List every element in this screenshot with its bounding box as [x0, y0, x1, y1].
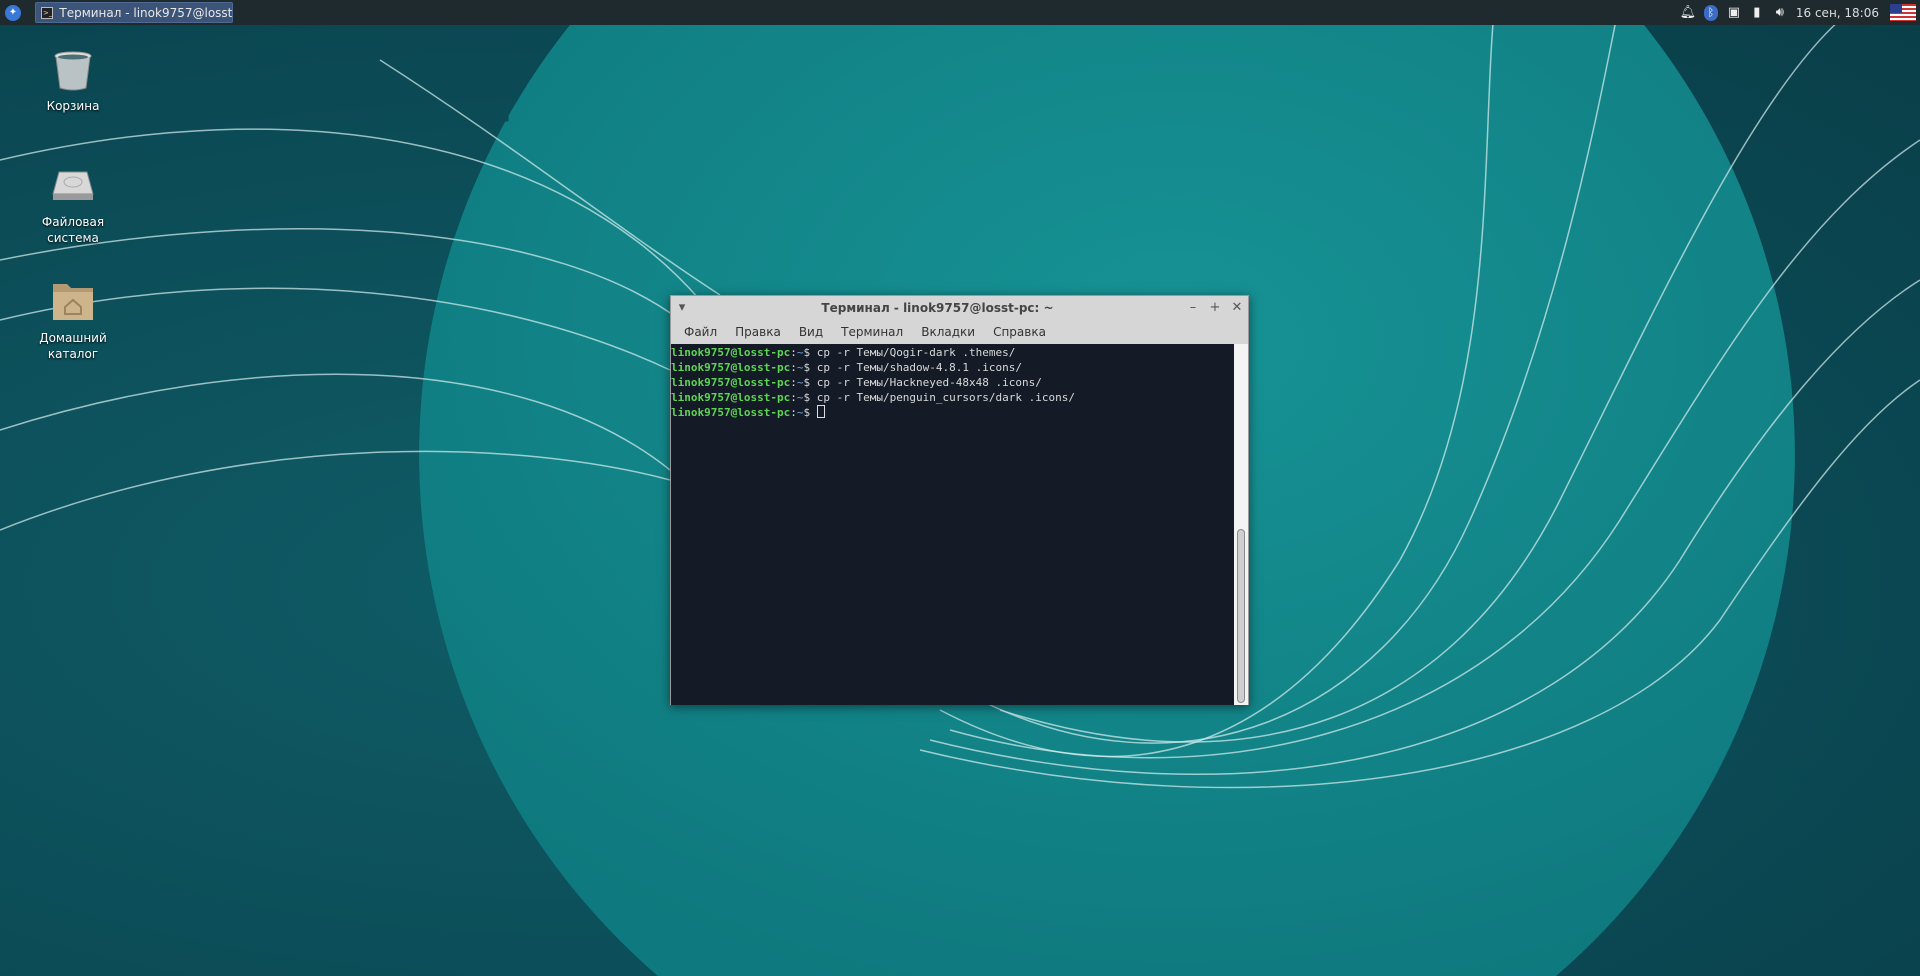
menu-file[interactable]: Файл [675, 325, 726, 339]
command-text: cp -r Темы/Qogir-dark .themes/ [816, 346, 1016, 359]
clock[interactable]: 16 сен, 18:06 [1796, 6, 1879, 20]
scrollbar[interactable] [1234, 344, 1248, 705]
text-cursor [816, 405, 825, 418]
taskbar-window-terminal[interactable]: >_ Терминал - linok9757@losst... [35, 2, 233, 23]
maximize-button[interactable]: + [1204, 300, 1226, 315]
xfce-mouse-icon: ✦ [5, 4, 21, 21]
us-flag-icon[interactable] [1890, 4, 1916, 21]
terminal-line: linok9757@losst-pc:~$ cp -r Темы/penguin… [671, 390, 1234, 405]
bell-icon[interactable]: 🔔︎ [1680, 5, 1697, 21]
command-text: cp -r Темы/Hackneyed-48x48 .icons/ [816, 376, 1042, 389]
bluetooth-icon[interactable]: ᛒ [1703, 4, 1718, 21]
close-button[interactable]: ✕ [1226, 300, 1248, 315]
prompt-user: linok9757@losst-pc [671, 361, 791, 374]
battery-icon[interactable]: ▮ [1750, 5, 1764, 21]
terminal-line: linok9757@losst-pc:~$ cp -r Темы/Hackney… [671, 375, 1234, 390]
terminal-window: ▾ Терминал - linok9757@losst-pc: ~ – + ✕… [670, 295, 1249, 705]
terminal-output[interactable]: linok9757@losst-pc:~$ cp -r Темы/Qogir-d… [671, 344, 1234, 705]
system-tray: 🔔︎ ᛒ ▣ ▮ 🔊︎ 16 сен, 18:06 [1680, 0, 1920, 25]
window-title: Терминал - linok9757@losst-pc: ~ [821, 300, 1054, 315]
prompt-dollar: $ [803, 376, 817, 389]
trash-icon [54, 51, 92, 91]
desktop-icon-label: Корзина [46, 99, 100, 113]
desktop-icon-label: Файловая система [41, 215, 105, 245]
command-text: cp -r Темы/shadow-4.8.1 .icons/ [816, 361, 1023, 374]
prompt-user: linok9757@losst-pc [671, 391, 791, 404]
menu-terminal[interactable]: Терминал [832, 325, 912, 339]
prompt-colon: : [790, 376, 797, 389]
prompt-user: linok9757@losst-pc [671, 346, 791, 359]
menu-view[interactable]: Вид [790, 325, 832, 339]
window-menu-icon[interactable]: ▾ [671, 300, 693, 315]
menu-tabs[interactable]: Вкладки [912, 325, 984, 339]
applications-menu-button[interactable]: ✦ [0, 0, 26, 25]
menu-help[interactable]: Справка [984, 325, 1055, 339]
terminal-icon: >_ [41, 6, 54, 19]
menu-edit[interactable]: Правка [726, 325, 790, 339]
home-folder-icon [53, 284, 93, 320]
prompt-colon: : [790, 361, 797, 374]
network-icon[interactable]: ▣ [1727, 5, 1741, 21]
taskbar-window-label: Терминал - linok9757@losst... [59, 5, 233, 20]
top-panel: ✦ >_ Терминал - linok9757@losst... 🔔︎ ᛒ … [0, 0, 1920, 25]
menu-bar: Файл Правка Вид Терминал Вкладки Справка [671, 319, 1248, 344]
hard-drive-icon [52, 171, 94, 200]
desktop-icon-filesystem[interactable]: Файловая система [23, 164, 123, 246]
desktop-icon-label: Домашний каталог [39, 331, 107, 361]
prompt-dollar: $ [803, 406, 817, 419]
prompt-dollar: $ [803, 346, 817, 359]
terminal-line: linok9757@losst-pc:~$ cp -r Темы/Qogir-d… [671, 345, 1234, 360]
prompt-colon: : [790, 391, 797, 404]
terminal-line: linok9757@losst-pc:~$ cp -r Темы/shadow-… [671, 360, 1234, 375]
terminal-line: linok9757@losst-pc:~$ [671, 405, 1234, 420]
prompt-user: linok9757@losst-pc [671, 406, 791, 419]
desktop-icon-home[interactable]: Домашний каталог [23, 280, 123, 362]
prompt-colon: : [790, 346, 797, 359]
command-text: cp -r Темы/penguin_cursors/dark .icons/ [816, 391, 1075, 404]
minimize-button[interactable]: – [1182, 300, 1204, 315]
prompt-colon: : [790, 406, 797, 419]
scrollbar-thumb[interactable] [1237, 529, 1245, 703]
prompt-user: linok9757@losst-pc [671, 376, 791, 389]
prompt-dollar: $ [803, 391, 817, 404]
prompt-dollar: $ [803, 361, 817, 374]
volume-icon[interactable]: 🔊︎ [1773, 5, 1787, 21]
window-titlebar[interactable]: ▾ Терминал - linok9757@losst-pc: ~ – + ✕ [671, 296, 1248, 319]
desktop-icon-trash[interactable]: Корзина [23, 48, 123, 114]
